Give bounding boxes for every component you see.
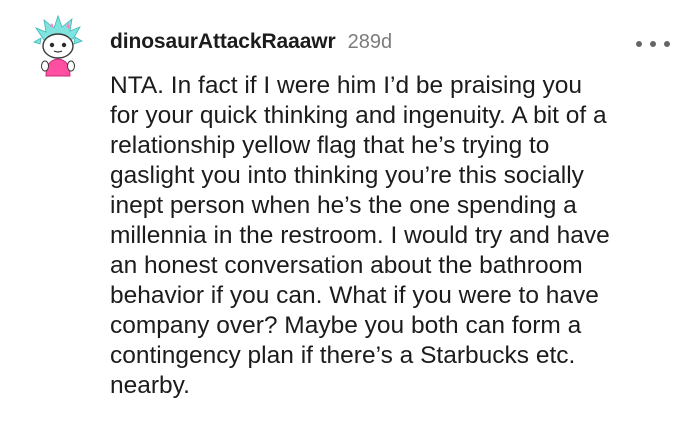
- comment-body-line: company over? Maybe you both can form a: [110, 312, 582, 339]
- username-link[interactable]: dinosaurAttackRaaawr: [110, 30, 336, 54]
- reddit-snoo-avatar-icon[interactable]: [30, 14, 86, 78]
- comment-body-line: NTA. In fact if I were him I’d be praisi…: [110, 72, 583, 99]
- more-options-icon[interactable]: [636, 36, 670, 52]
- comment-body-line: for your quick thinking and ingenuity. A…: [110, 102, 607, 129]
- comment-body-line: gaslight you into thinking you’re this s…: [110, 162, 584, 189]
- more-dot: [636, 41, 642, 47]
- more-dot: [664, 41, 670, 47]
- comment-body-line: nearby.: [110, 372, 190, 399]
- comment: dinosaurAttackRaaawr 289d NTA. In fact i…: [0, 0, 700, 435]
- comment-body-line: contingency plan if there’s a Starbucks …: [110, 342, 576, 369]
- comment-body-line: relationship yellow flag that he’s tryin…: [110, 132, 550, 159]
- comment-body-line: inept person when he’s the one spending …: [110, 192, 577, 219]
- comment-body-line: behavior if you can. What if you were to…: [110, 282, 599, 309]
- comment-body-line: millennia in the restroom. I would try a…: [110, 222, 610, 249]
- comment-body-line: an honest conversation about the bathroo…: [110, 252, 583, 279]
- comment-age: 289d: [347, 31, 393, 53]
- comment-body: NTA. In fact if I were him I’d be praisi…: [110, 71, 690, 401]
- more-dot: [650, 41, 656, 47]
- comment-header: dinosaurAttackRaaawr 289d: [110, 30, 392, 60]
